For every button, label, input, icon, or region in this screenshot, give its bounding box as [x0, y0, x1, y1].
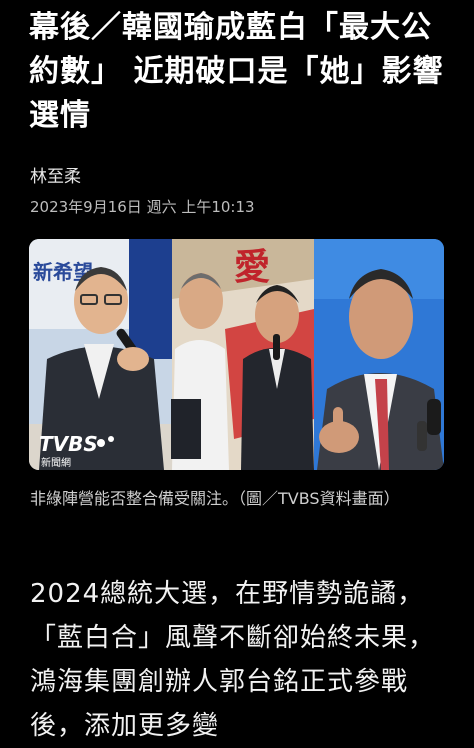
tvbs-watermark-sub: 新聞網 — [41, 456, 71, 469]
tvbs-watermark: TVBS — [39, 432, 98, 456]
article-headline: 幕後／韓國瑜成藍白「最大公約數」 近期破口是「她」影響選情 — [29, 10, 444, 133]
article-photo[interactable]: 新希望 TVBS 新聞網 愛 — [29, 239, 444, 470]
article-body: 2024總統大選，在野情勢詭譎，「藍白合」風聲不斷卻始終未果，鴻海集團創辦人郭台… — [30, 579, 436, 741]
article-timestamp: 2023年9月16日 週六 上午10:13 — [30, 198, 255, 216]
photo-caption: 非綠陣營能否整合備受關注。（圖／TVBS資料畫面） — [30, 489, 400, 508]
photo-collage: 新希望 TVBS 新聞網 愛 — [29, 239, 444, 470]
article-view: 幕後／韓國瑜成藍白「最大公約數」 近期破口是「她」影響選情 林至柔 2023年9… — [0, 0, 474, 741]
banner-char: 愛 — [234, 247, 270, 288]
article-author[interactable]: 林至柔 — [30, 166, 81, 188]
